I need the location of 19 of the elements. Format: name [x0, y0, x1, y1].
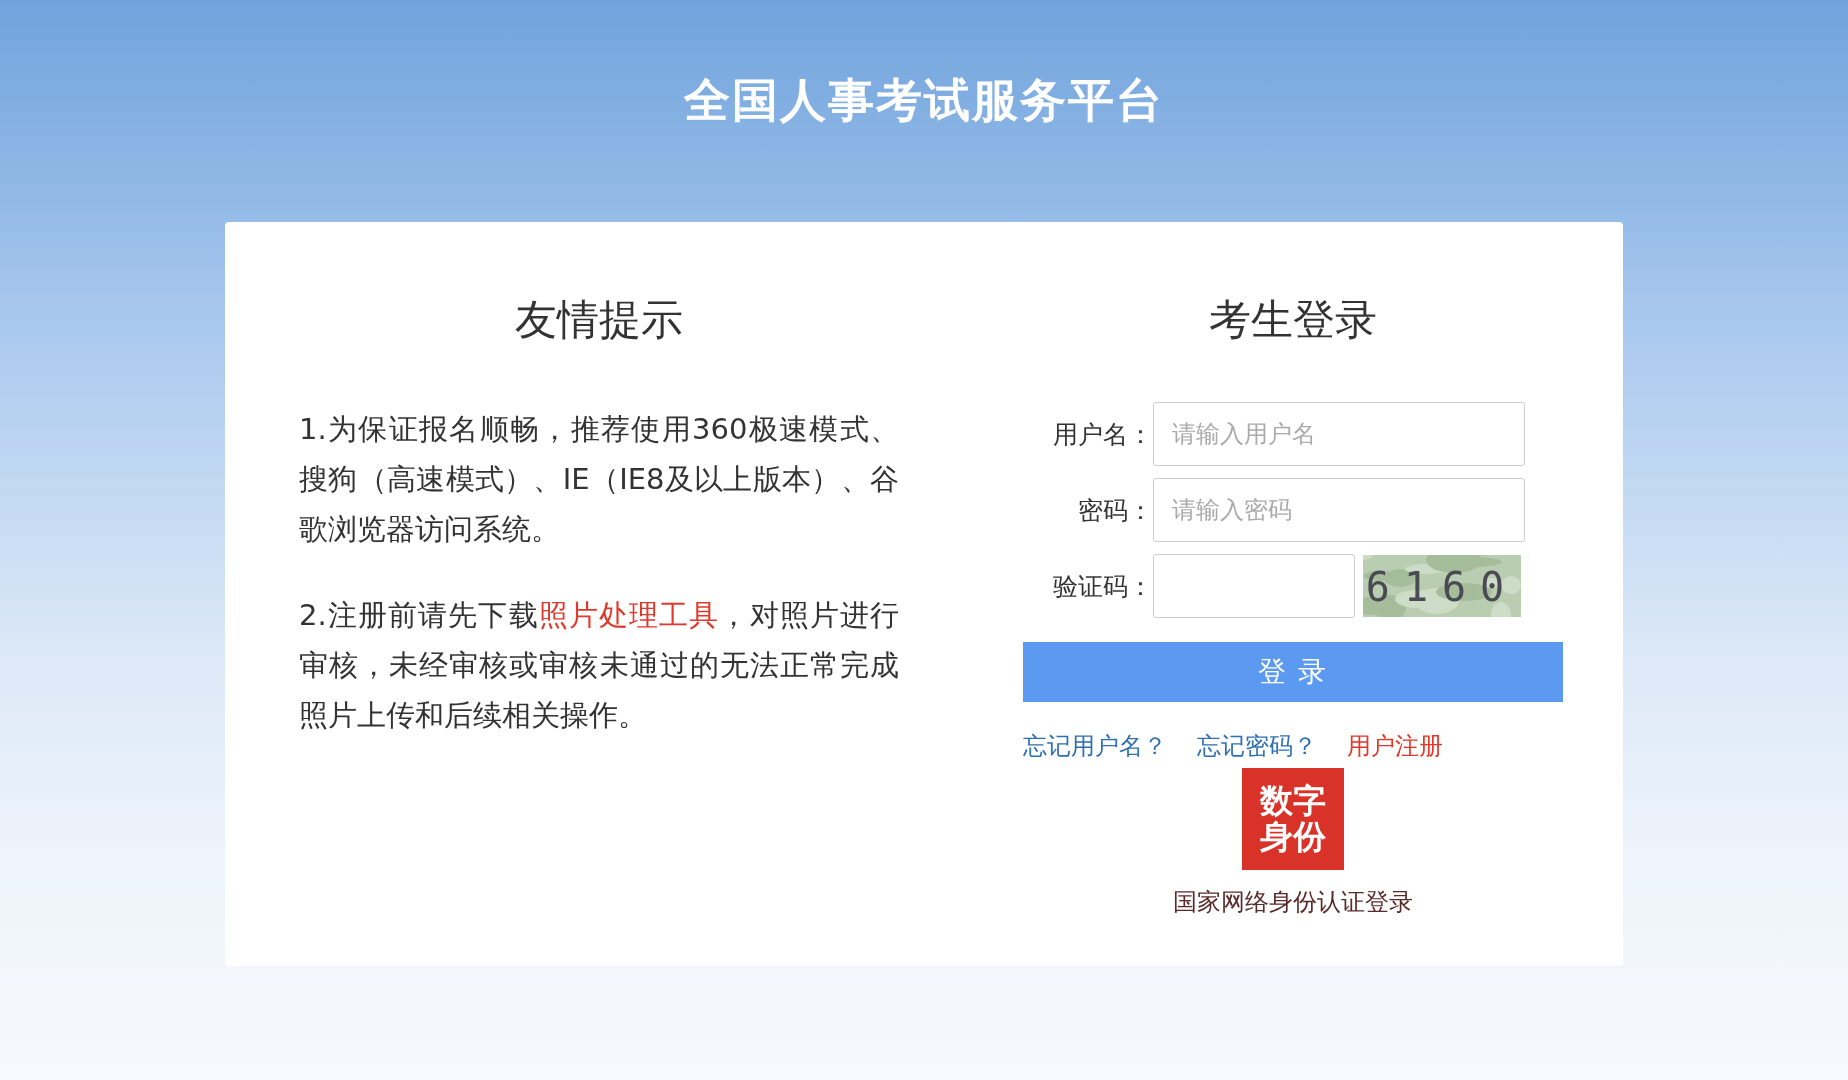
captcha-image[interactable]: 6160: [1363, 555, 1521, 617]
notice-heading: 友情提示: [515, 294, 683, 346]
site-title: 全国人事考试服务平台: [684, 72, 1164, 129]
field-label: 密码：: [1077, 494, 1153, 527]
field-label: 验证码：: [1052, 570, 1153, 603]
account-link[interactable]: 忘记用户名？: [1023, 730, 1167, 762]
notice-paragraph: 1.为保证报名顺畅，推荐使用360极速模式、搜狗（高速模式）、IE（IE8及以上版本）、谷歌浏览器访问系统。: [299, 411, 899, 548]
field-label: 用户名：: [1052, 418, 1153, 451]
notice-paragraph: 2.注册前请先下载照片处理工具，对照片进行审核，未经审核或审核未通过的无法正常完成照片上传和后续相关操作。: [299, 597, 899, 734]
digital-id-logo[interactable]: 数字 身份: [1242, 768, 1344, 870]
account-link[interactable]: 忘记密码？: [1197, 730, 1317, 762]
photo-tool-link[interactable]: 照片处理工具: [538, 598, 720, 632]
login-heading: 考生登录: [1209, 294, 1377, 346]
login-button[interactable]: 登 录: [1023, 642, 1563, 702]
password-field[interactable]: 请输入密码: [1153, 478, 1525, 542]
digital-id-login-link[interactable]: 国家网络身份认证登录: [1173, 886, 1413, 918]
username-field[interactable]: 请输入用户名: [1153, 402, 1525, 466]
account-link[interactable]: 用户注册: [1347, 730, 1443, 762]
captcha-field[interactable]: [1153, 554, 1355, 618]
